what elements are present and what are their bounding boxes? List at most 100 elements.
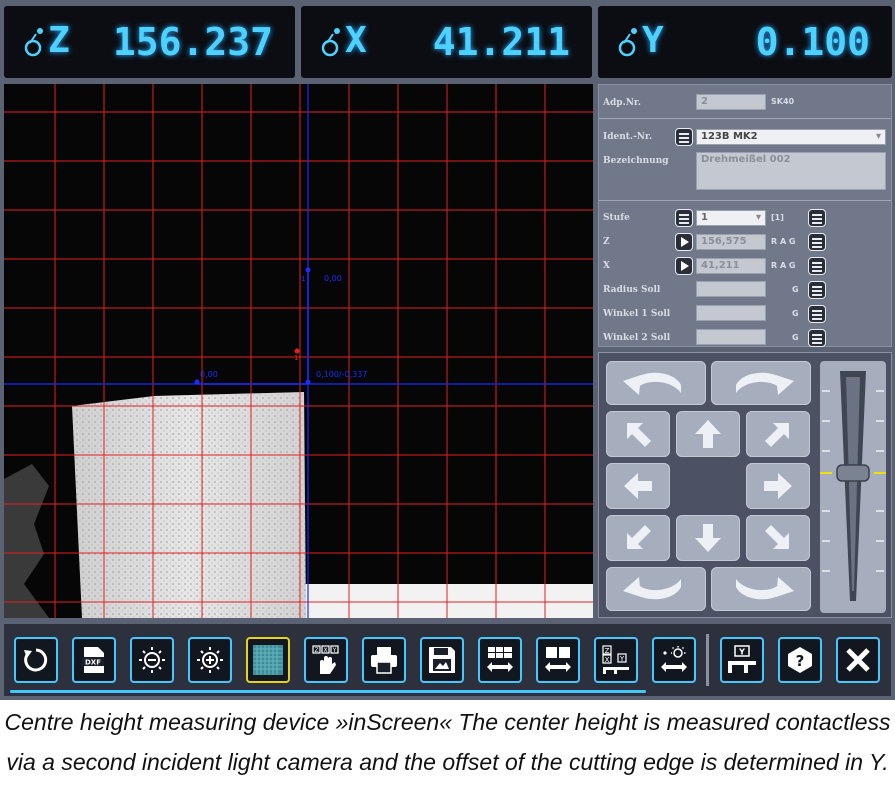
printer-icon — [371, 647, 397, 674]
light-position-button[interactable] — [652, 637, 696, 683]
axis-x-value: 41.211 — [432, 20, 570, 64]
close-icon — [846, 648, 870, 672]
list-icon[interactable] — [808, 209, 826, 227]
split-arrows-icon — [545, 647, 571, 672]
move-up-right-button[interactable] — [746, 411, 810, 457]
brightness-down-button[interactable] — [130, 637, 174, 683]
grid-toggle-button[interactable] — [246, 637, 290, 683]
list-icon[interactable] — [808, 305, 826, 323]
brightness-minus-icon — [139, 647, 165, 673]
ident-select[interactable]: 123B MK2 ▾ — [696, 129, 886, 145]
list-icon[interactable] — [675, 128, 693, 146]
toolbar: DXF ZXY ZXY Y ? — [4, 624, 891, 696]
radius-suffix: G — [792, 285, 799, 294]
svg-text:?: ? — [796, 652, 805, 670]
hand-axes-icon: ZXY — [312, 645, 339, 674]
print-button[interactable] — [362, 637, 406, 683]
axis-x-label: X — [345, 20, 368, 61]
zxy-measure-button[interactable]: ZX Y — [594, 637, 638, 683]
rotate-ccw-lower-button[interactable] — [606, 567, 706, 611]
help-icon: ? — [788, 647, 812, 673]
axis-tool-icon — [24, 28, 43, 57]
rotate-cw-lower-button[interactable] — [711, 567, 811, 611]
list-icon[interactable] — [808, 329, 826, 347]
speed-slider[interactable] — [820, 361, 886, 613]
move-left-button[interactable] — [606, 463, 670, 509]
close-button[interactable] — [836, 637, 880, 683]
layout-arrows-icon — [487, 647, 513, 672]
measure-label-top: 0,00 — [324, 274, 342, 283]
stufe-select[interactable]: 1 ▾ — [696, 210, 766, 226]
list-icon[interactable] — [808, 257, 826, 275]
adp-label: Adp.Nr. — [603, 98, 641, 108]
rotate-cw-icon — [736, 372, 794, 395]
axes-caliper-icon: ZX Y — [602, 645, 629, 674]
svg-text:Y: Y — [738, 648, 745, 657]
manual-zxy-button[interactable]: ZXY — [304, 637, 348, 683]
slider-handle — [836, 464, 870, 482]
marker-point — [305, 379, 311, 385]
dxf-button[interactable]: DXF — [72, 637, 116, 683]
measure-label-left: 0,00 — [200, 370, 218, 379]
play-icon[interactable] — [675, 257, 693, 275]
readout-x: X 41.211 — [301, 6, 592, 78]
chevron-down-icon: ▾ — [755, 212, 761, 223]
caption-line-1: Centre height measuring device »inScreen… — [4, 709, 891, 735]
camera-view[interactable]: 0,00 0,00 0,100/-0,337 1 1 — [4, 84, 593, 618]
reset-button[interactable] — [14, 637, 58, 683]
save-image-icon — [429, 647, 455, 673]
play-icon[interactable] — [675, 233, 693, 251]
winkel1-suffix: G — [792, 309, 799, 318]
z-label: Z — [603, 237, 610, 247]
list-icon[interactable] — [808, 233, 826, 251]
bezeichnung-field[interactable]: Drehmeißel 002 — [696, 152, 886, 190]
z-field[interactable]: 156,575 — [696, 234, 766, 250]
help-button[interactable]: ? — [778, 637, 822, 683]
marker-number: 1 — [301, 275, 305, 283]
divider — [599, 118, 891, 119]
marker-number: 1 — [294, 354, 298, 362]
tool-parameter-panel: Adp.Nr. 2 SK40 Ident.-Nr. 123B MK2 ▾ Beze… — [598, 84, 892, 347]
layout-grid-wide-button[interactable] — [478, 637, 522, 683]
arrow-up-left-icon — [627, 423, 651, 447]
move-down-right-button[interactable] — [746, 515, 810, 561]
axis-z-value: 156.237 — [112, 20, 273, 64]
marker-point — [305, 267, 311, 273]
adp-field[interactable]: 2 — [696, 94, 766, 110]
move-down-button[interactable] — [676, 515, 740, 561]
marker-point — [294, 348, 300, 354]
z-suffix: R A G — [771, 237, 796, 246]
marker-point — [194, 379, 200, 385]
toolbar-divider — [706, 634, 709, 686]
list-icon[interactable] — [675, 209, 693, 227]
move-right-button[interactable] — [746, 463, 810, 509]
arrow-down-icon — [695, 524, 721, 552]
rotate-cw-button[interactable] — [711, 361, 811, 405]
rotate-ccw-button[interactable] — [606, 361, 706, 405]
stufe-suffix: [1] — [771, 213, 784, 222]
winkel1-field[interactable] — [696, 305, 766, 321]
radius-field[interactable] — [696, 281, 766, 297]
save-image-button[interactable] — [420, 637, 464, 683]
list-icon[interactable] — [808, 281, 826, 299]
layout-split-button[interactable] — [536, 637, 580, 683]
jog-control-panel — [598, 352, 892, 618]
move-up-left-button[interactable] — [606, 411, 670, 457]
axis-tool-icon — [618, 28, 637, 57]
move-up-button[interactable] — [676, 411, 740, 457]
y-caliper-icon: Y — [728, 645, 756, 673]
light-arrows-icon — [661, 646, 687, 672]
winkel2-suffix: G — [792, 333, 799, 342]
arrow-down-left-icon — [627, 525, 651, 549]
arrow-up-right-icon — [765, 423, 789, 447]
x-field[interactable]: 41,211 — [696, 258, 766, 274]
winkel1-label: Winkel 1 Soll — [603, 309, 671, 319]
axis-y-value: 0.100 — [755, 20, 870, 64]
move-down-left-button[interactable] — [606, 515, 670, 561]
y-caliper-button[interactable]: Y — [720, 637, 764, 683]
brightness-plus-icon — [197, 647, 223, 673]
radius-label: Radius Soll — [603, 285, 661, 295]
svg-text:X: X — [323, 647, 327, 654]
winkel2-field[interactable] — [696, 329, 766, 345]
brightness-up-button[interactable] — [188, 637, 232, 683]
